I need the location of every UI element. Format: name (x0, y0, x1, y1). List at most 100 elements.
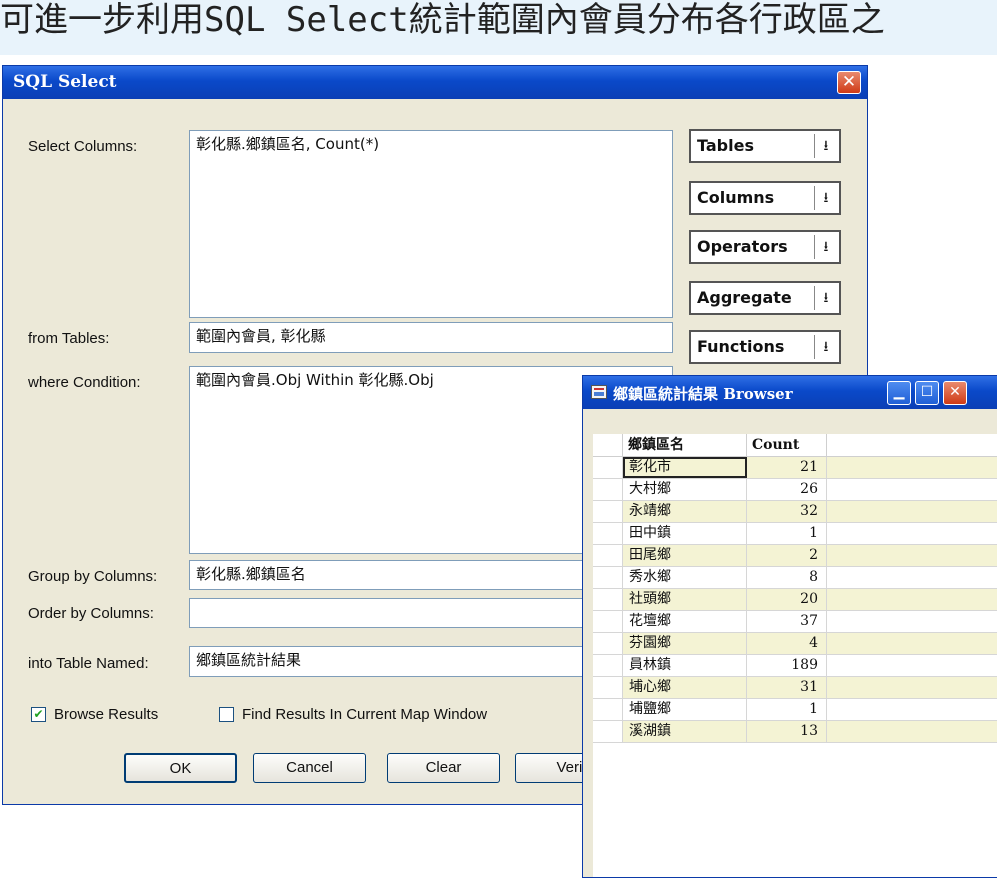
close-icon: ✕ (841, 72, 857, 92)
maximize-button[interactable]: ☐ (915, 381, 939, 405)
table-row[interactable]: 社頭鄉 20 (593, 589, 997, 611)
dropdown-arrow-icon[interactable]: ⭳ (814, 235, 837, 259)
row-selector[interactable] (593, 479, 623, 500)
table-row[interactable]: 田中鎮 1 (593, 523, 997, 545)
order-by-label: Order by Columns: (28, 605, 154, 622)
dropdown-arrow-icon[interactable]: ⭳ (814, 335, 837, 359)
from-tables-input[interactable]: 範圍內會員, 彰化縣 (189, 322, 673, 353)
cell-count[interactable]: 26 (747, 479, 827, 500)
table-row[interactable]: 大村鄉 26 (593, 479, 997, 501)
cell-count[interactable]: 1 (747, 699, 827, 720)
row-selector[interactable] (593, 677, 623, 698)
row-selector[interactable] (593, 721, 623, 742)
dropdown-arrow-icon[interactable]: ⭳ (814, 186, 837, 210)
browser-titlebar[interactable]: 鄉鎮區統計結果 Browser ▁ ☐ ✕ (583, 376, 997, 409)
table-row[interactable]: 埔心鄉 31 (593, 677, 997, 699)
maximize-icon: ☐ (920, 384, 934, 400)
table-row[interactable]: 員林鎮 189 (593, 655, 997, 677)
row-selector-header (593, 434, 623, 456)
cell-district-name[interactable]: 花壇鄉 (623, 611, 747, 632)
select-columns-input[interactable]: 彰化縣.鄉鎮區名, Count(*) (189, 130, 673, 318)
row-selector[interactable] (593, 523, 623, 544)
results-header: 鄉鎮區名 Count (593, 434, 997, 457)
cell-count[interactable]: 2 (747, 545, 827, 566)
page-heading: 可進一步利用SQL Select統計範圍內會員分布各行政區之 (0, 0, 885, 40)
cell-count[interactable]: 8 (747, 567, 827, 588)
operators-dropdown-label: Operators (697, 237, 788, 256)
cancel-button[interactable]: Cancel (253, 753, 366, 783)
functions-dropdown[interactable]: Functions ⭳ (689, 330, 841, 364)
table-row[interactable]: 秀水鄉 8 (593, 567, 997, 589)
row-selector[interactable] (593, 633, 623, 654)
where-condition-label: where Condition: (28, 374, 141, 391)
table-row[interactable]: 溪湖鎮 13 (593, 721, 997, 743)
table-row[interactable]: 花壇鄉 37 (593, 611, 997, 633)
cell-district-name[interactable]: 彰化市 (623, 457, 747, 478)
row-selector[interactable] (593, 501, 623, 522)
columns-dropdown-label: Columns (697, 188, 775, 207)
browse-results-checkbox[interactable]: ✔ (31, 707, 46, 722)
dialog-titlebar[interactable]: SQL Select ✕ (3, 66, 867, 99)
clear-button[interactable]: Clear (387, 753, 500, 783)
cell-count[interactable]: 37 (747, 611, 827, 632)
cell-district-name[interactable]: 田中鎮 (623, 523, 747, 544)
row-selector[interactable] (593, 545, 623, 566)
dialog-title: SQL Select (13, 72, 117, 92)
columns-dropdown[interactable]: Columns ⭳ (689, 181, 841, 215)
ok-button[interactable]: OK (124, 753, 237, 783)
find-results-label[interactable]: Find Results In Current Map Window (242, 706, 487, 723)
row-selector[interactable] (593, 611, 623, 632)
cell-district-name[interactable]: 社頭鄉 (623, 589, 747, 610)
checkmark-icon: ✔ (33, 707, 44, 721)
column-header-name[interactable]: 鄉鎮區名 (623, 434, 747, 456)
table-row[interactable]: 埔鹽鄉 1 (593, 699, 997, 721)
cell-district-name[interactable]: 埔心鄉 (623, 677, 747, 698)
cell-count[interactable]: 4 (747, 633, 827, 654)
functions-dropdown-label: Functions (697, 337, 785, 356)
table-row[interactable]: 永靖鄉 32 (593, 501, 997, 523)
browse-results-label[interactable]: Browse Results (54, 706, 158, 723)
cell-count[interactable]: 13 (747, 721, 827, 742)
cell-count[interactable]: 31 (747, 677, 827, 698)
cell-count[interactable]: 32 (747, 501, 827, 522)
dropdown-arrow-icon[interactable]: ⭳ (814, 134, 837, 158)
cell-count[interactable]: 21 (747, 457, 827, 478)
row-selector[interactable] (593, 567, 623, 588)
aggregate-dropdown[interactable]: Aggregate ⭳ (689, 281, 841, 315)
browser-close-button[interactable]: ✕ (943, 381, 967, 405)
row-selector[interactable] (593, 457, 623, 478)
browser-table-icon (591, 385, 607, 399)
row-selector[interactable] (593, 655, 623, 676)
table-row[interactable]: 田尾鄉 2 (593, 545, 997, 567)
cell-district-name[interactable]: 永靖鄉 (623, 501, 747, 522)
browser-title: 鄉鎮區統計結果 Browser (613, 385, 793, 403)
operators-dropdown[interactable]: Operators ⭳ (689, 230, 841, 264)
cell-district-name[interactable]: 田尾鄉 (623, 545, 747, 566)
minimize-button[interactable]: ▁ (887, 381, 911, 405)
group-by-label: Group by Columns: (28, 568, 158, 585)
cell-count[interactable]: 1 (747, 523, 827, 544)
dropdown-arrow-icon[interactable]: ⭳ (814, 286, 837, 310)
cell-district-name[interactable]: 秀水鄉 (623, 567, 747, 588)
aggregate-dropdown-label: Aggregate (697, 288, 792, 307)
cell-count[interactable]: 189 (747, 655, 827, 676)
select-columns-label: Select Columns: (28, 138, 138, 155)
tables-dropdown-label: Tables (697, 136, 754, 155)
column-header-count[interactable]: Count (747, 434, 827, 456)
row-selector[interactable] (593, 589, 623, 610)
cell-district-name[interactable]: 埔鹽鄉 (623, 699, 747, 720)
cell-district-name[interactable]: 大村鄉 (623, 479, 747, 500)
table-row[interactable]: 芬園鄉 4 (593, 633, 997, 655)
cell-district-name[interactable]: 溪湖鎮 (623, 721, 747, 742)
from-tables-label: from Tables: (28, 330, 110, 347)
into-table-label: into Table Named: (28, 655, 149, 672)
cell-count[interactable]: 20 (747, 589, 827, 610)
table-row[interactable]: 彰化市 21 (593, 457, 997, 479)
tables-dropdown[interactable]: Tables ⭳ (689, 129, 841, 163)
find-results-checkbox[interactable] (219, 707, 234, 722)
close-icon: ✕ (949, 384, 961, 400)
row-selector[interactable] (593, 699, 623, 720)
close-button[interactable]: ✕ (837, 71, 861, 94)
cell-district-name[interactable]: 員林鎮 (623, 655, 747, 676)
cell-district-name[interactable]: 芬園鄉 (623, 633, 747, 654)
